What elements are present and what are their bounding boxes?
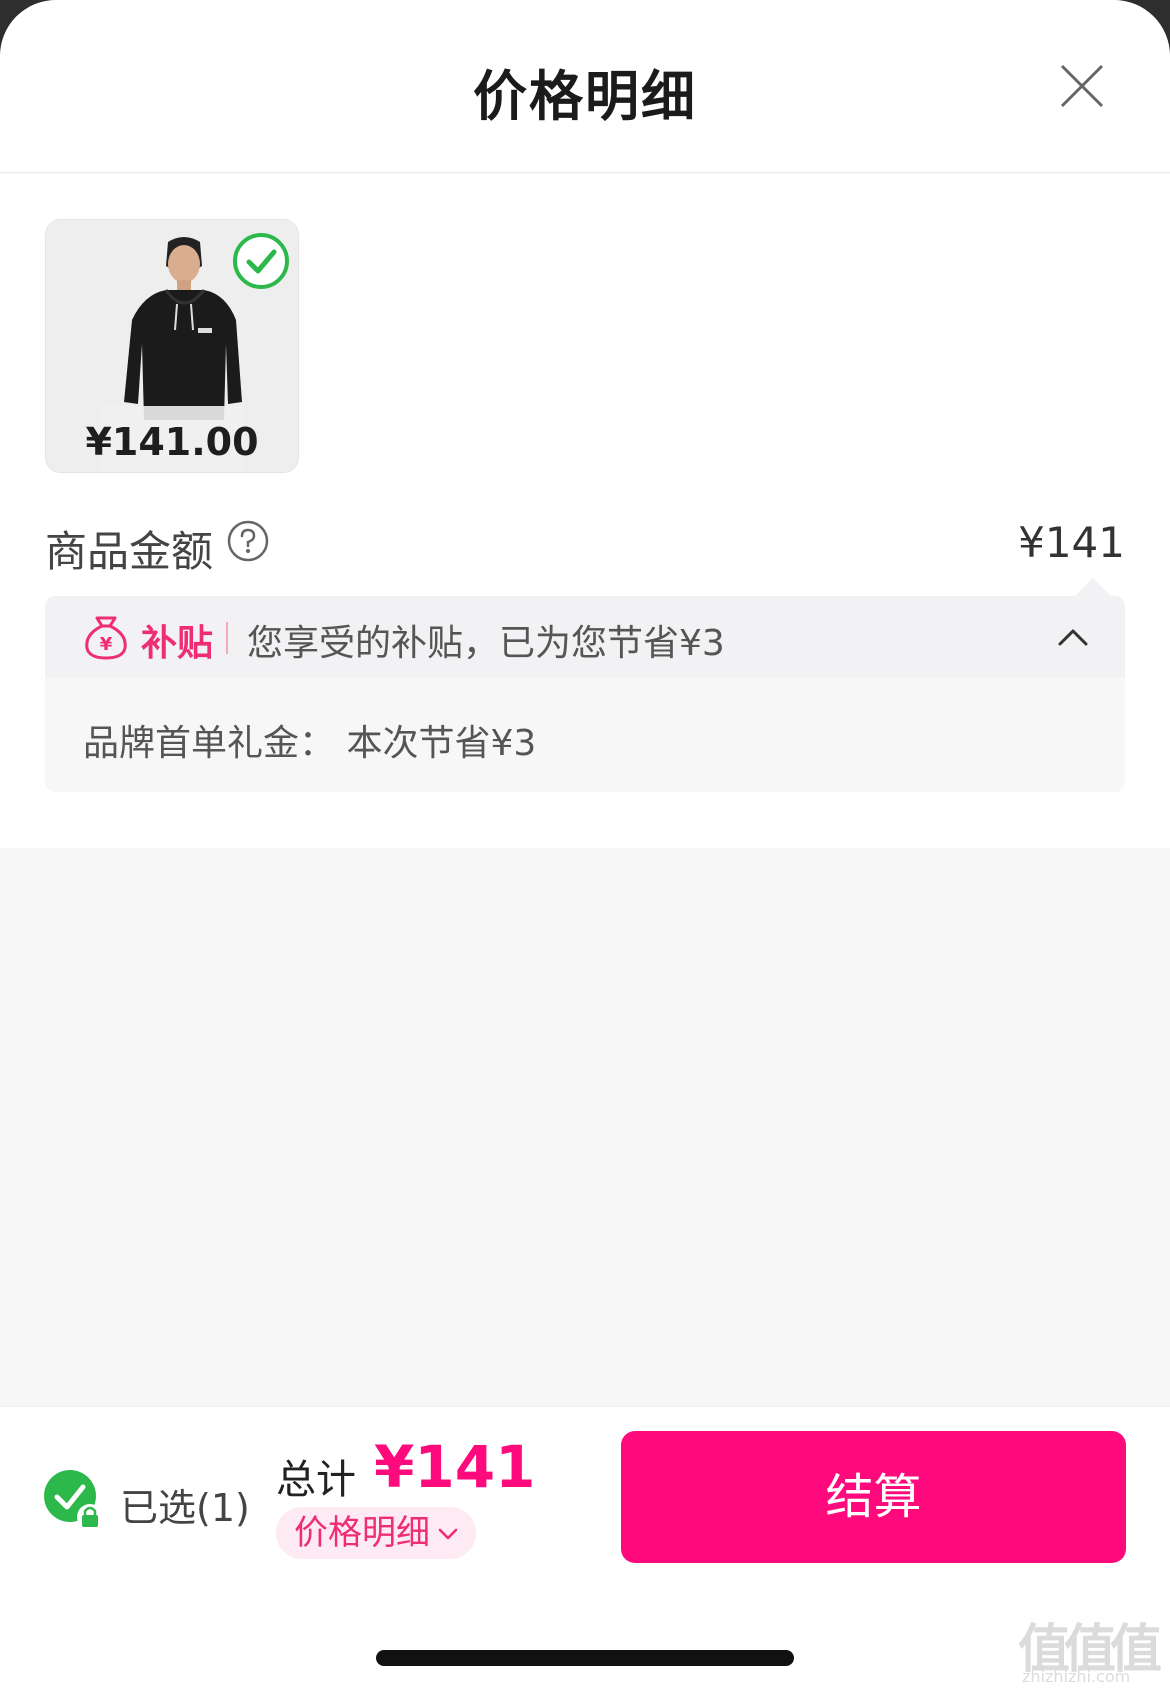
chevron-down-icon [438, 1528, 458, 1540]
chevron-up-icon[interactable] [1057, 622, 1089, 654]
subsidy-detail: 品牌首单礼金： 本次节省¥3 [83, 723, 537, 764]
subsidy-tag: 补贴 [141, 623, 214, 664]
checkout-button[interactable]: 结算 [621, 1431, 1126, 1563]
goods-amount-value: ¥141 [1018, 518, 1125, 567]
close-icon[interactable] [1058, 62, 1106, 110]
subsidy-header[interactable]: ¥ 补贴 您享受的补贴，已为您节省¥3 [45, 596, 1125, 678]
subsidy-separator [226, 622, 228, 654]
price-detail-label: 价格明细 [294, 1513, 430, 1553]
subsidy-panel: ¥ 补贴 您享受的补贴，已为您节省¥3 品牌首单礼金： 本次节省¥3 [45, 578, 1125, 792]
question-circle-icon[interactable] [227, 520, 269, 562]
goods-amount-label: 商品金额 [45, 527, 214, 576]
sheet-header: 价格明细 [0, 0, 1170, 173]
price-detail-toggle[interactable]: 价格明细 [276, 1507, 476, 1559]
total-value: ¥141 [374, 1433, 536, 1501]
selected-lock-icon[interactable] [43, 1469, 105, 1531]
watermark-url: zhizhizhi.com [1022, 1667, 1131, 1686]
detail-content: ¥141.00 商品金额 ¥141 ¥ 补贴 您享受的补贴，已为您节省¥3 品牌… [0, 174, 1170, 848]
selected-count: 已选(1) [120, 1486, 250, 1530]
checkout-bar: 已选(1) 总计 ¥141 价格明细 结算 值值值 zhizhizhi.com [0, 1406, 1170, 1688]
price-detail-sheet: 价格明细 ¥141.00 商品金额 ¥141 ¥ 补贴 您享受的补贴，已为您节省… [0, 0, 1170, 1688]
goods-amount-row: 商品金额 ¥141 [45, 514, 1125, 576]
product-thumbnail[interactable]: ¥141.00 [45, 219, 299, 473]
panel-pointer [1075, 578, 1111, 596]
total-label: 总计 [276, 1457, 356, 1503]
svg-text:¥: ¥ [100, 634, 113, 655]
product-price: ¥141.00 [85, 420, 259, 464]
money-bag-icon: ¥ [85, 616, 127, 660]
home-indicator[interactable] [376, 1650, 794, 1666]
subsidy-description: 您享受的补贴，已为您节省¥3 [247, 623, 725, 664]
check-circle-icon [233, 233, 289, 289]
sheet-title: 价格明细 [473, 65, 697, 128]
watermark: 值值值 zhizhizhi.com [1018, 1607, 1168, 1687]
